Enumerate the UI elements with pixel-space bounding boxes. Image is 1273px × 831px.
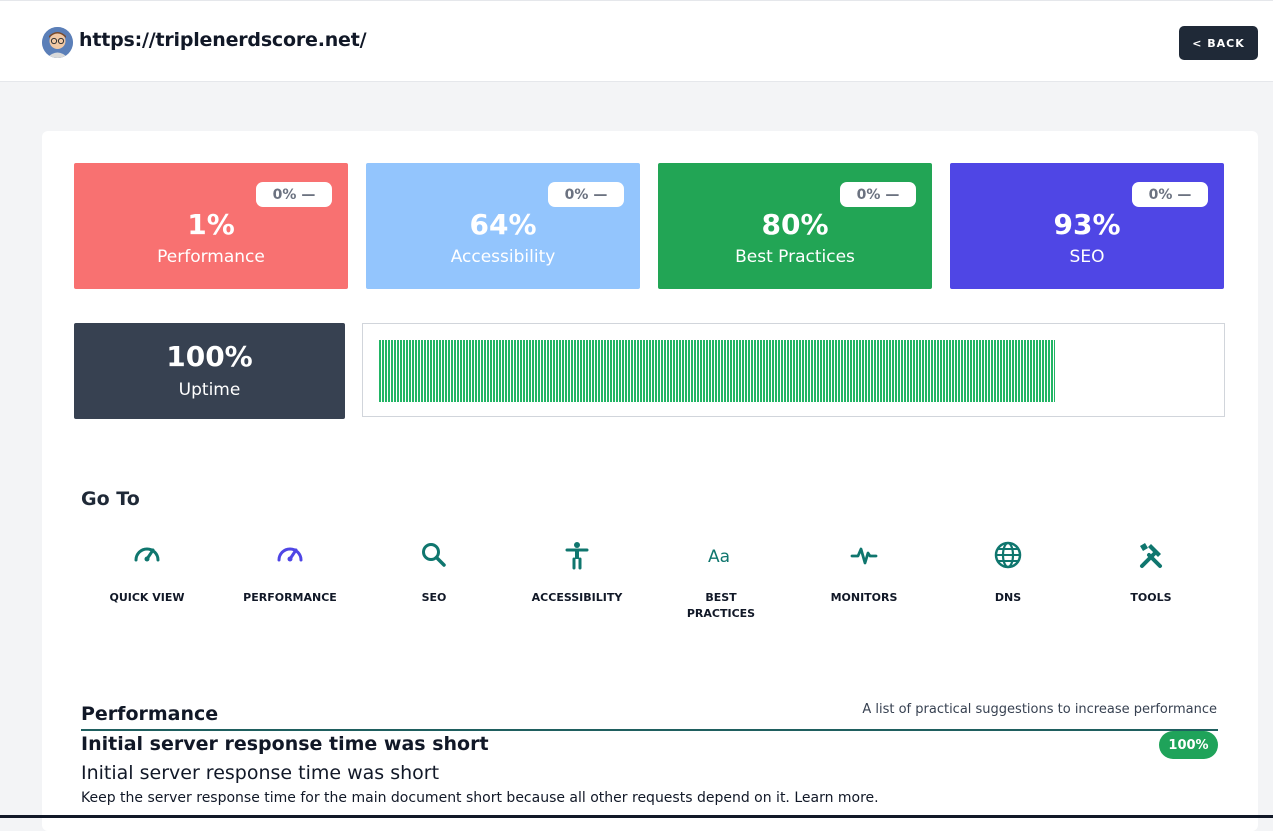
top-bar: https://triplenerdscore.net/ < BACK xyxy=(0,0,1273,82)
site-avatar xyxy=(42,27,73,58)
goto-seo[interactable]: SEO xyxy=(369,540,499,606)
goto-label: TOOLS xyxy=(1130,591,1172,604)
uptime-history-chart xyxy=(362,323,1225,417)
score-value: 93% xyxy=(1053,208,1121,241)
globe-icon xyxy=(994,541,1022,569)
goto-label: SEO xyxy=(421,591,447,604)
uptime-value: 100% xyxy=(166,340,253,373)
goto-label: DNS xyxy=(994,591,1022,604)
score-card-seo[interactable]: 0% — 93% SEO xyxy=(950,163,1224,289)
uptime-history-bars xyxy=(379,340,1055,402)
score-label: Accessibility xyxy=(450,247,556,267)
goto-label: QUICK VIEW xyxy=(109,591,185,604)
score-label: Performance xyxy=(157,247,265,267)
score-card-best-practices[interactable]: 0% — 80% Best Practices xyxy=(658,163,932,289)
goto-monitors[interactable]: MONITORS xyxy=(799,540,929,606)
score-label: SEO xyxy=(1069,247,1105,267)
font-icon: Aa xyxy=(708,547,730,567)
goto-label: BEST PRACTICES xyxy=(686,591,756,620)
section-divider xyxy=(81,729,1218,731)
performance-section-subtitle: A list of practical suggestions to incre… xyxy=(862,702,1217,717)
speedometer-icon xyxy=(277,547,303,562)
score-change-badge: 0% — xyxy=(256,182,332,207)
goto-label: ACCESSIBILITY xyxy=(531,591,623,604)
site-url: https://triplenerdscore.net/ xyxy=(79,29,367,51)
uptime-label: Uptime xyxy=(178,380,241,400)
uptime-card: 100% Uptime xyxy=(74,323,345,419)
goto-best-practices[interactable]: Aa BEST PRACTICES xyxy=(656,540,786,622)
audit-title: Initial server response time was short xyxy=(81,762,440,784)
goto-label: PERFORMANCE xyxy=(243,591,337,604)
goto-tools[interactable]: TOOLS xyxy=(1086,540,1216,606)
pulse-icon xyxy=(850,547,878,565)
audit-heading[interactable]: Initial server response time was short xyxy=(81,733,489,755)
score-card-accessibility[interactable]: 0% — 64% Accessibility xyxy=(366,163,640,289)
score-value: 1% xyxy=(187,208,235,241)
svg-text:Aa: Aa xyxy=(708,547,730,567)
goto-performance[interactable]: PERFORMANCE xyxy=(225,540,355,606)
tools-icon xyxy=(1140,543,1162,568)
search-icon xyxy=(422,543,446,567)
score-card-performance[interactable]: 0% — 1% Performance xyxy=(74,163,348,289)
goto-quick-view[interactable]: QUICK VIEW xyxy=(82,540,212,606)
goto-accessibility[interactable]: ACCESSIBILITY xyxy=(512,540,642,606)
performance-section-title: Performance xyxy=(81,703,219,725)
audit-score-badge: 100% xyxy=(1159,731,1218,759)
back-button[interactable]: < BACK xyxy=(1179,26,1258,60)
speedometer-icon xyxy=(134,547,160,562)
score-change-badge: 0% — xyxy=(548,182,624,207)
score-change-badge: 0% — xyxy=(1132,182,1208,207)
score-change-badge: 0% — xyxy=(840,182,916,207)
score-value: 64% xyxy=(469,208,537,241)
score-label: Best Practices xyxy=(735,247,855,267)
goto-label: MONITORS xyxy=(830,591,898,604)
accessibility-icon xyxy=(565,542,589,570)
score-value: 80% xyxy=(761,208,829,241)
goto-dns[interactable]: DNS xyxy=(943,540,1073,606)
audit-description: Keep the server response time for the ma… xyxy=(81,790,879,806)
goto-title: Go To xyxy=(81,488,140,510)
